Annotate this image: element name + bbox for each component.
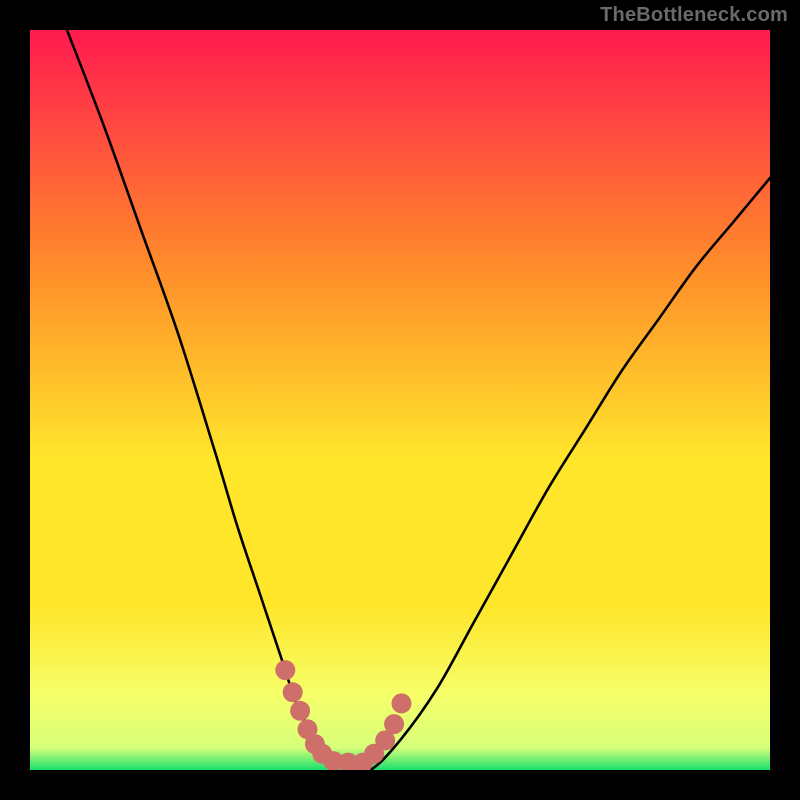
watermark-text: TheBottleneck.com [600, 4, 788, 27]
bottleneck-curve [67, 30, 770, 770]
optimal-band-marks [275, 660, 411, 770]
optimal-marker [384, 714, 404, 734]
curve-layer [30, 30, 770, 770]
optimal-marker [290, 701, 310, 721]
chart-container: TheBottleneck.com [0, 0, 800, 800]
optimal-marker [275, 660, 295, 680]
optimal-marker [283, 682, 303, 702]
plot-area [30, 30, 770, 770]
optimal-marker [391, 693, 411, 713]
